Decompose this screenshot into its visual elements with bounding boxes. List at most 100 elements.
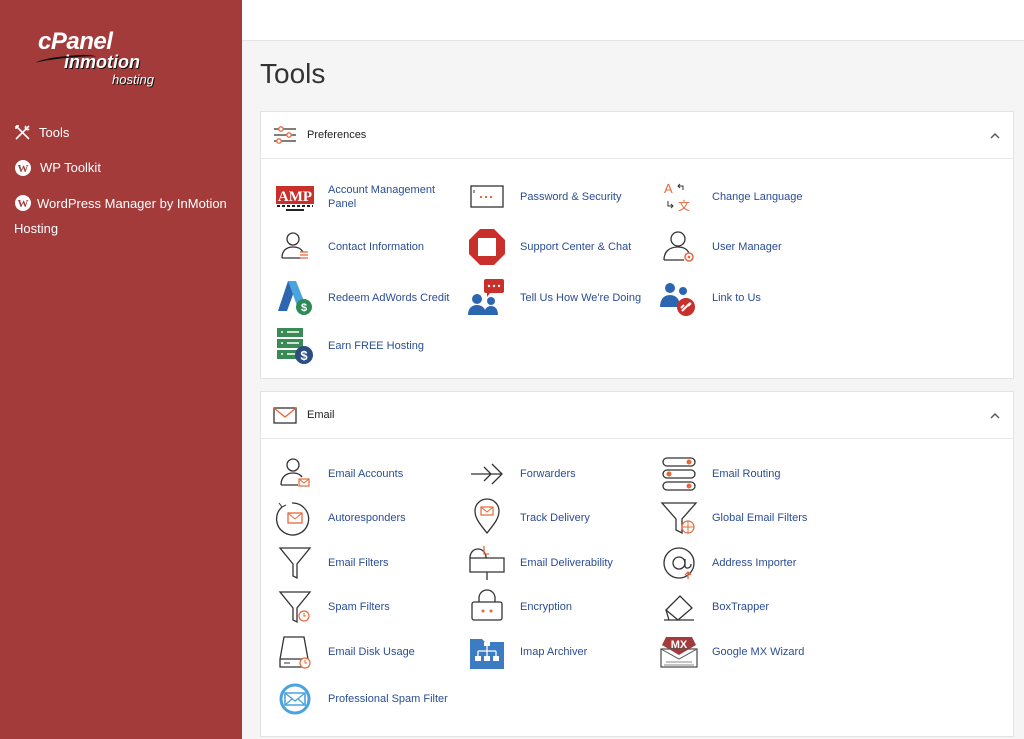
tool-label: Email Routing [712, 468, 781, 480]
nav-label-tools: Tools [39, 125, 70, 140]
tool-label: Forwarders [520, 468, 576, 480]
tool-email-filters[interactable]: Email Filters [274, 541, 454, 585]
tool-label: Support Center & Chat [520, 241, 632, 253]
tool-label: Track Delivery [520, 512, 590, 524]
tool-label: Encryption [520, 601, 572, 613]
boxtrapper-icon [664, 595, 694, 621]
amp-icon: AMP [276, 186, 314, 211]
email-accounts-icon [280, 458, 310, 487]
tool-user-manager[interactable]: User Manager [658, 225, 838, 269]
tool-spam-filters[interactable]: Spam Filters [274, 585, 454, 629]
encryption-icon [471, 589, 503, 621]
wordpress-icon: W [15, 195, 31, 211]
tool-encryption[interactable]: Encryption [466, 585, 646, 629]
tool-change-language[interactable]: A文 Change Language [658, 175, 838, 219]
svg-text:A: A [664, 181, 673, 196]
nav-item-tools[interactable]: Tools [14, 120, 224, 145]
preferences-panel-header[interactable]: Preferences [261, 112, 1013, 159]
importer-icon [663, 547, 695, 579]
spam-filter-icon [278, 591, 312, 624]
tool-label: Address Importer [712, 557, 797, 569]
tool-email-disk-usage[interactable]: Email Disk Usage [274, 630, 454, 674]
chevron-up-icon[interactable] [989, 130, 1001, 142]
tool-email-routing[interactable]: Email Routing [658, 452, 838, 496]
nav-label-wp-toolkit: WP Toolkit [40, 160, 101, 175]
email-panel-header[interactable]: Email [261, 392, 1013, 439]
link-icon [660, 283, 695, 316]
track-icon [474, 498, 500, 535]
tool-label: Account Management Panel [328, 184, 436, 210]
tool-label: Password & Security [520, 191, 622, 203]
chevron-up-icon[interactable] [989, 410, 1001, 422]
svg-text:$: $ [301, 302, 307, 314]
tool-label: Earn FREE Hosting [328, 340, 424, 352]
tool-global-email-filters[interactable]: Global Email Filters [658, 496, 838, 540]
tool-tell-us-how[interactable]: Tell Us How We're Doing [466, 276, 646, 320]
svg-text:$: $ [300, 348, 308, 363]
pro-spam-icon [279, 683, 311, 715]
mx-icon: MX [660, 637, 698, 668]
svg-text:W: W [18, 163, 29, 175]
tool-redeem-adwords[interactable]: $ Redeem AdWords Credit [274, 276, 454, 320]
tool-email-deliverability[interactable]: Email Deliverability [466, 541, 646, 585]
svg-text:AMP: AMP [278, 189, 312, 205]
hosting-icon: $ [277, 328, 313, 364]
tool-label: User Manager [712, 241, 782, 253]
tool-label: Change Language [712, 191, 803, 203]
tools-icon [15, 125, 30, 140]
tool-label: Contact Information [328, 241, 424, 253]
tool-link-to-us[interactable]: Link to Us [658, 276, 838, 320]
email-title: Email [307, 409, 335, 421]
contact-icon [281, 232, 308, 259]
language-icon: A文 [664, 181, 690, 213]
page-title: Tools [260, 58, 326, 89]
tool-support-center-chat[interactable]: Support Center & Chat [466, 225, 646, 269]
tool-track-delivery[interactable]: Track Delivery [466, 496, 646, 540]
tool-imap-archiver[interactable]: Imap Archiver [466, 630, 646, 674]
tool-label: Autoresponders [328, 512, 406, 524]
archiver-icon [470, 639, 504, 669]
cpanel-inmotion-logo[interactable]: cPanel inmotion hosting [35, 28, 176, 92]
svg-text:文: 文 [678, 198, 690, 213]
svg-text:W: W [18, 198, 29, 210]
support-icon [469, 229, 505, 265]
tool-password-security[interactable]: Password & Security [466, 175, 646, 219]
tool-account-management-panel[interactable]: AMP Account Management Panel [274, 175, 454, 219]
tool-contact-information[interactable]: Contact Information [274, 225, 454, 269]
tool-earn-free-hosting[interactable]: $ Earn FREE Hosting [274, 324, 454, 368]
tool-label: Global Email Filters [712, 512, 808, 524]
tool-google-mx-wizard[interactable]: MX Google MX Wizard [658, 630, 838, 674]
tool-forwarders[interactable]: Forwarders [466, 452, 646, 496]
nav-item-wp-toolkit[interactable]: W WP Toolkit [14, 155, 224, 180]
tool-label: Email Accounts [328, 468, 404, 480]
autoresponder-icon [275, 502, 310, 536]
tool-label: Google MX Wizard [712, 646, 805, 658]
feedback-icon [468, 279, 504, 315]
tool-label: Link to Us [712, 292, 761, 304]
sidebar: cPanel inmotion hosting Tools W WP Toolk… [0, 0, 242, 739]
nav-item-wordpress-manager[interactable]: W WordPress Manager by InMotion Hosting [14, 190, 232, 241]
tool-email-accounts[interactable]: Email Accounts [274, 452, 454, 496]
adwords-icon: $ [278, 281, 312, 315]
preferences-panel: Preferences AMP Account Management Panel… [260, 111, 1014, 379]
tool-label: BoxTrapper [712, 601, 770, 613]
preferences-title: Preferences [307, 129, 367, 141]
tool-label: Email Disk Usage [328, 646, 415, 658]
tool-label: Redeem AdWords Credit [328, 292, 450, 304]
deliverability-icon [469, 546, 505, 580]
tool-label: Spam Filters [328, 601, 390, 613]
tool-boxtrapper[interactable]: BoxTrapper [658, 585, 838, 629]
tool-label: Imap Archiver [520, 646, 588, 658]
tool-autoresponders[interactable]: Autoresponders [274, 496, 454, 540]
wordpress-icon: W [15, 160, 31, 176]
user-manager-icon [663, 231, 694, 262]
tool-professional-spam-filter[interactable]: Professional Spam Filter [274, 677, 454, 721]
filter-icon [278, 547, 312, 580]
sliders-icon [274, 126, 296, 144]
tool-label: Email Filters [328, 557, 389, 569]
tool-address-importer[interactable]: Address Importer [658, 541, 838, 585]
tool-label: Email Deliverability [520, 557, 613, 569]
top-bar [242, 0, 1024, 41]
global-filter-icon [660, 502, 698, 535]
envelope-icon [273, 407, 297, 424]
